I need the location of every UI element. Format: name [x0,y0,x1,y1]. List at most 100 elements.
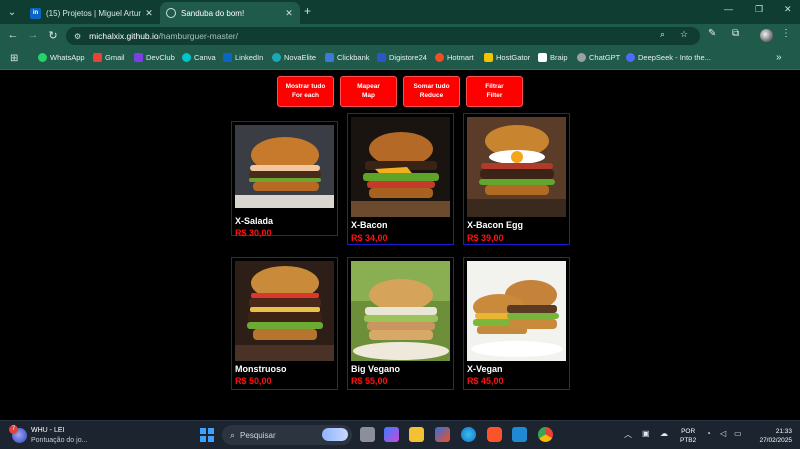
windows-taskbar: 7 WHU - LEI Pontuação do jo... ⌕ Pesquis… [0,420,800,449]
close-tab-icon[interactable]: ✕ [284,8,294,19]
copilot-icon[interactable] [384,427,399,442]
bookmark-deepseek[interactable]: DeepSeek - Into the... [626,53,711,62]
back-button[interactable]: ← [6,29,20,41]
clock-time: 21:33 [775,428,792,435]
button-sublabel: Map [361,91,375,99]
product-name: X-Vegan [467,364,503,374]
reduce-button[interactable]: Somar tudo Reduce [403,76,460,107]
product-price: R$ 39,00 [467,233,504,243]
bookmark-linkedin[interactable]: LinkedIn [223,53,263,62]
pen-icon[interactable]: ✎ [708,28,716,39]
system-clock[interactable]: 21:33 27/02/2025 [748,427,792,445]
url-host: michalxix.github.io [89,31,159,41]
restore-icon[interactable]: ❐ [755,4,763,15]
clickbank-icon [325,53,334,62]
novaelite-icon [272,53,281,62]
gmail-icon [93,53,102,62]
bookmark-label: Canva [194,53,216,62]
linkedin-icon: in [30,7,41,19]
new-tab-button[interactable]: + [304,4,311,18]
volume-icon[interactable]: ◁ [720,429,726,438]
forward-button[interactable]: → [26,29,40,41]
app-tray-icon[interactable]: ▣ [642,429,650,438]
clock-date: 27/02/2025 [759,437,792,444]
search-highlight-image [322,428,348,441]
minimize-icon[interactable]: — [724,4,733,14]
product-card: X-Bacon R$ 34,00 [347,113,454,245]
extensions-icon[interactable]: ⧉ [732,28,739,39]
product-card: Big Vegano R$ 55,00 [347,257,454,390]
close-window-icon[interactable]: ✕ [784,4,792,15]
product-card: X-Bacon Egg R$ 39,00 [463,113,570,245]
site-info-icon[interactable]: ⚙ [74,32,81,41]
bookmark-label: ChatGPT [589,53,621,62]
digistore-icon [377,53,386,62]
filter-button[interactable]: Filtrar Filter [466,76,523,107]
bookmark-hotmart[interactable]: Hotmart [435,53,474,62]
globe-icon [166,8,176,18]
product-name: X-Bacon [351,220,388,230]
button-label: Somar tudo [413,82,450,90]
button-sublabel: Reduce [419,91,444,99]
reload-button[interactable]: ↻ [46,29,60,42]
hotmart-icon [435,53,444,62]
bookmark-label: WhatsApp [50,53,85,62]
bookmark-braip[interactable]: Braip [538,53,568,62]
bookmark-digistore24[interactable]: Digistore24 [377,53,427,62]
bookmark-star-icon[interactable]: ☆ [680,29,688,40]
bookmark-chatgpt[interactable]: ChatGPT [577,53,620,62]
button-sublabel: Filter [486,91,503,99]
tab-title: Sanduba do bom! [181,8,245,18]
language-code: POR [681,428,696,435]
tab-linkedin[interactable]: in (15) Projetos | Miguel Artur | Li ✕ [24,2,160,24]
bookmark-clickbank[interactable]: Clickbank [325,53,370,62]
chrome-icon[interactable] [538,427,553,442]
close-tab-icon[interactable]: ✕ [144,8,154,19]
burger-image [235,125,334,208]
product-name: Monstruoso [235,364,287,374]
bookmark-gmail[interactable]: Gmail [93,53,125,62]
apps-grid-icon[interactable]: ⊞ [10,53,18,64]
windows-start-icon[interactable] [200,428,214,442]
url-path: /hamburguer-master/ [158,31,238,41]
more-bookmarks-icon[interactable]: » [776,52,782,63]
bookmark-label: Gmail [105,53,125,62]
browser-menu-icon[interactable]: ⋮ [781,28,791,39]
bookmark-whatsapp[interactable]: WhatsApp [38,53,85,62]
linkedin-icon [223,53,232,62]
product-name: X-Bacon Egg [467,220,524,230]
onedrive-icon[interactable]: ☁ [660,429,668,438]
task-view-icon[interactable] [360,427,375,442]
sports-score-icon: 7 [9,425,27,443]
for-each-button[interactable]: Mostrar tudo For each [277,76,334,107]
wifi-icon[interactable]: ◔ [706,429,711,438]
tab-search-icon[interactable]: ⌄ [3,3,21,21]
devclub-icon [134,53,143,62]
map-button[interactable]: Mapear Map [340,76,397,107]
bookmark-devclub[interactable]: DevClub [134,53,175,62]
taskbar-search[interactable]: ⌕ Pesquisar [222,425,352,445]
edge-icon[interactable] [461,427,476,442]
battery-icon[interactable]: ▭ [734,429,742,438]
weather-widget[interactable]: 7 WHU - LEI Pontuação do jo... [9,425,88,446]
bookmark-label: Hotmart [447,53,474,62]
zoom-icon[interactable]: ⌕ [660,29,665,40]
input-language[interactable]: POR PTB2 [680,427,696,445]
bookmark-novaelite[interactable]: NovaElite [272,53,316,62]
tab-active[interactable]: Sanduba do bom! ✕ [160,2,300,24]
address-bar[interactable]: ⚙ michalxix.github.io/hamburguer-master/ [66,27,700,45]
notification-badge: 7 [9,425,18,434]
brave-icon[interactable] [487,427,502,442]
show-hidden-icons-icon[interactable]: ︿ [624,429,632,440]
product-card: Monstruoso R$ 50,00 [231,257,338,390]
store-icon[interactable] [435,427,450,442]
product-price: R$ 50,00 [235,376,272,386]
widget-subtitle: Pontuação do jo... [31,437,88,444]
search-placeholder: Pesquisar [240,430,276,440]
profile-avatar[interactable] [760,29,773,42]
file-explorer-icon[interactable] [409,427,424,442]
deepseek-icon [626,53,635,62]
vscode-icon[interactable] [512,427,527,442]
bookmark-canva[interactable]: Canva [182,53,216,62]
bookmark-hostgator[interactable]: HostGator [484,53,530,62]
